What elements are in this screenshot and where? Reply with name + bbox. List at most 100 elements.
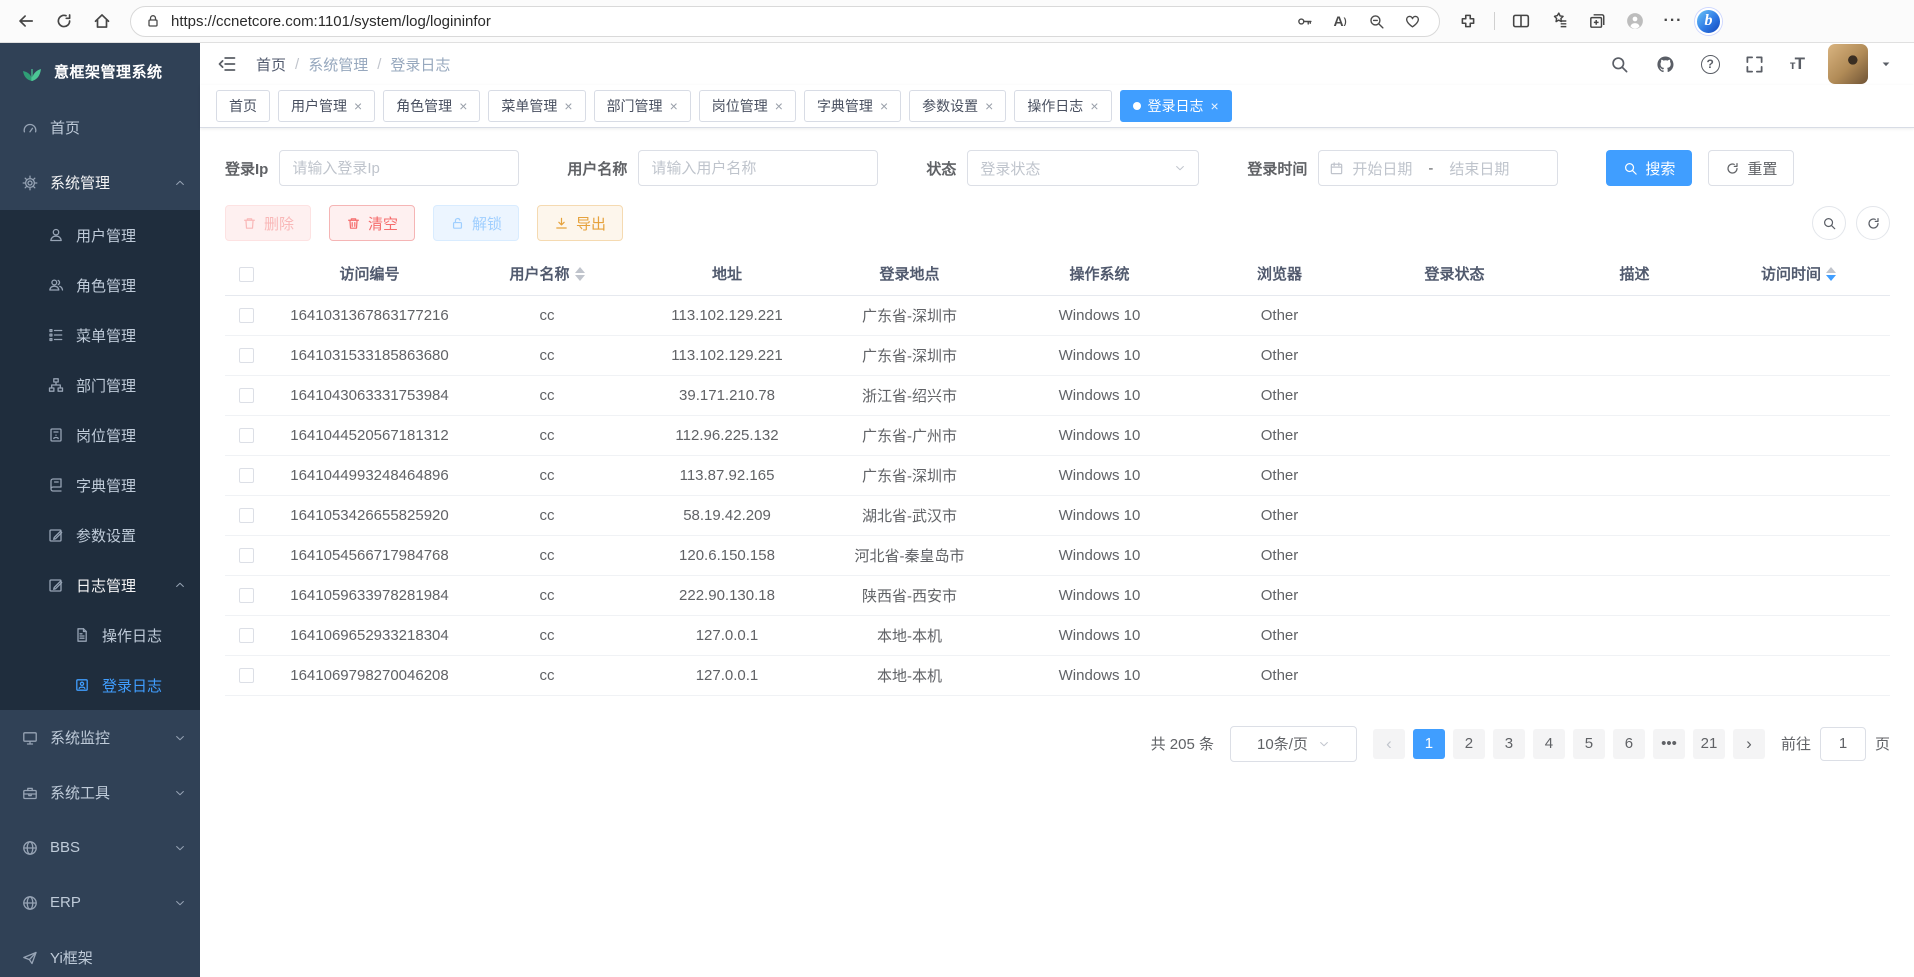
table-row[interactable]: 1641031533185863680cc113.102.129.221广东省-… (225, 335, 1890, 375)
refresh-table-button[interactable] (1856, 206, 1890, 240)
export-button[interactable]: 导出 (537, 205, 623, 241)
zoom-out-icon[interactable] (1363, 8, 1389, 34)
sidebar-item-param-settings[interactable]: 参数设置 (0, 510, 200, 560)
table-row[interactable]: 1641043063331753984cc39.171.210.78浙江省-绍兴… (225, 375, 1890, 415)
table-row[interactable]: 1641044993248464896cc113.87.92.165广东省-深圳… (225, 455, 1890, 495)
sidebar-item-login-log[interactable]: 登录日志 (0, 660, 200, 710)
date-range-picker[interactable]: 开始日期 - 结束日期 (1318, 150, 1558, 186)
home-icon[interactable] (86, 5, 118, 37)
table-row[interactable]: 1641044520567181312cc112.96.225.132广东省-广… (225, 415, 1890, 455)
collapse-sidebar-icon[interactable] (214, 51, 240, 77)
tab-字典管理[interactable]: 字典管理× (804, 90, 901, 122)
tab-登录日志[interactable]: 登录日志× (1120, 90, 1232, 122)
next-page-button[interactable]: › (1733, 729, 1765, 759)
sort-caret-icon[interactable] (1826, 267, 1836, 281)
help-icon[interactable]: ? (1701, 55, 1720, 74)
profile-icon[interactable] (1619, 5, 1651, 37)
sidebar-item-system-management[interactable]: 系统管理 (0, 155, 200, 210)
favorites-icon[interactable] (1543, 5, 1575, 37)
close-tab-icon[interactable]: × (354, 99, 362, 113)
column-header-访问时间[interactable]: 访问时间 (1707, 253, 1890, 295)
font-size-icon[interactable]: тT (1790, 54, 1804, 74)
password-key-icon[interactable] (1291, 8, 1317, 34)
close-tab-icon[interactable]: × (775, 99, 783, 113)
row-checkbox[interactable] (239, 388, 254, 403)
tab-参数设置[interactable]: 参数设置× (909, 90, 1006, 122)
sidebar-item-home[interactable]: 首页 (0, 100, 200, 155)
close-tab-icon[interactable]: × (1211, 99, 1219, 113)
sidebar-item-erp[interactable]: ERP (0, 875, 200, 930)
page-size-select[interactable]: 10条/页 (1230, 726, 1357, 762)
sidebar-item-yi-framework[interactable]: Yi框架 (0, 930, 200, 977)
column-header-用户名称[interactable]: 用户名称 (472, 253, 622, 295)
page-button-21[interactable]: 21 (1693, 729, 1725, 759)
collections-icon[interactable] (1581, 5, 1613, 37)
sidebar-item-dept-management[interactable]: 部门管理 (0, 360, 200, 410)
breadcrumb-home[interactable]: 首页 (256, 54, 286, 75)
sort-desc-caret[interactable] (575, 275, 585, 281)
show-search-button[interactable] (1812, 206, 1846, 240)
refresh-icon[interactable] (48, 5, 80, 37)
row-checkbox[interactable] (239, 548, 254, 563)
copilot-icon[interactable]: b (1695, 8, 1722, 35)
sidebar-item-menu-management[interactable]: 菜单管理 (0, 310, 200, 360)
sort-asc-caret[interactable] (575, 267, 585, 273)
sidebar-item-post-management[interactable]: 岗位管理 (0, 410, 200, 460)
sidebar-item-dict-management[interactable]: 字典管理 (0, 460, 200, 510)
clear-button[interactable]: 清空 (329, 205, 415, 241)
row-checkbox[interactable] (239, 588, 254, 603)
login-ip-input[interactable] (279, 150, 519, 186)
table-row[interactable]: 1641054566717984768cc120.6.150.158河北省-秦皇… (225, 535, 1890, 575)
close-tab-icon[interactable]: × (459, 99, 467, 113)
close-tab-icon[interactable]: × (1090, 99, 1098, 113)
avatar-caret-icon[interactable] (1880, 58, 1892, 70)
browser-essentials-icon[interactable] (1399, 8, 1425, 34)
tab-首页[interactable]: 首页 (216, 90, 270, 122)
user-name-input[interactable] (638, 150, 878, 186)
more-icon[interactable]: ··· (1657, 5, 1689, 37)
row-checkbox[interactable] (239, 628, 254, 643)
row-checkbox[interactable] (239, 668, 254, 683)
search-button[interactable]: 搜索 (1606, 150, 1692, 186)
sidebar-item-system-tools[interactable]: 系统工具 (0, 765, 200, 820)
page-button-6[interactable]: 6 (1613, 729, 1645, 759)
table-row[interactable]: 1641069798270046208cc127.0.0.1本地-本机Windo… (225, 655, 1890, 695)
read-aloud-icon[interactable]: A) (1327, 8, 1353, 34)
delete-button[interactable]: 删除 (225, 205, 311, 241)
page-button-5[interactable]: 5 (1573, 729, 1605, 759)
goto-page-input[interactable] (1820, 727, 1866, 761)
row-checkbox[interactable] (239, 348, 254, 363)
table-row[interactable]: 1641069652933218304cc127.0.0.1本地-本机Windo… (225, 615, 1890, 655)
fullscreen-icon[interactable] (1744, 53, 1766, 75)
select-all-checkbox[interactable] (239, 267, 254, 282)
sidebar-item-bbs[interactable]: BBS (0, 820, 200, 875)
sort-caret-icon[interactable] (575, 267, 585, 281)
more-pages-button[interactable]: ••• (1653, 729, 1685, 759)
row-checkbox[interactable] (239, 468, 254, 483)
search-icon[interactable] (1609, 53, 1631, 75)
close-tab-icon[interactable]: × (880, 99, 888, 113)
sidebar-item-role-management[interactable]: 角色管理 (0, 260, 200, 310)
row-checkbox[interactable] (239, 308, 254, 323)
table-row[interactable]: 1641059633978281984cc222.90.130.18陕西省-西安… (225, 575, 1890, 615)
table-row[interactable]: 1641053426655825920cc58.19.42.209湖北省-武汉市… (225, 495, 1890, 535)
row-checkbox[interactable] (239, 508, 254, 523)
back-icon[interactable] (10, 5, 42, 37)
close-tab-icon[interactable]: × (985, 99, 993, 113)
tab-岗位管理[interactable]: 岗位管理× (699, 90, 796, 122)
sidebar-item-log-management[interactable]: 日志管理 (0, 560, 200, 610)
sort-desc-caret[interactable] (1826, 275, 1836, 281)
page-button-4[interactable]: 4 (1533, 729, 1565, 759)
tab-用户管理[interactable]: 用户管理× (278, 90, 375, 122)
sidebar-item-user-management[interactable]: 用户管理 (0, 210, 200, 260)
tab-菜单管理[interactable]: 菜单管理× (488, 90, 585, 122)
reset-button[interactable]: 重置 (1708, 150, 1794, 186)
tab-操作日志[interactable]: 操作日志× (1014, 90, 1111, 122)
url-bar[interactable]: https://ccnetcore.com:1101/system/log/lo… (130, 6, 1440, 37)
unlock-button[interactable]: 解锁 (433, 205, 519, 241)
user-avatar[interactable] (1828, 44, 1868, 84)
extensions-icon[interactable] (1452, 5, 1484, 37)
tab-部门管理[interactable]: 部门管理× (594, 90, 691, 122)
status-select[interactable]: 登录状态 (967, 150, 1199, 186)
breadcrumb-system[interactable]: 系统管理 (308, 54, 368, 75)
